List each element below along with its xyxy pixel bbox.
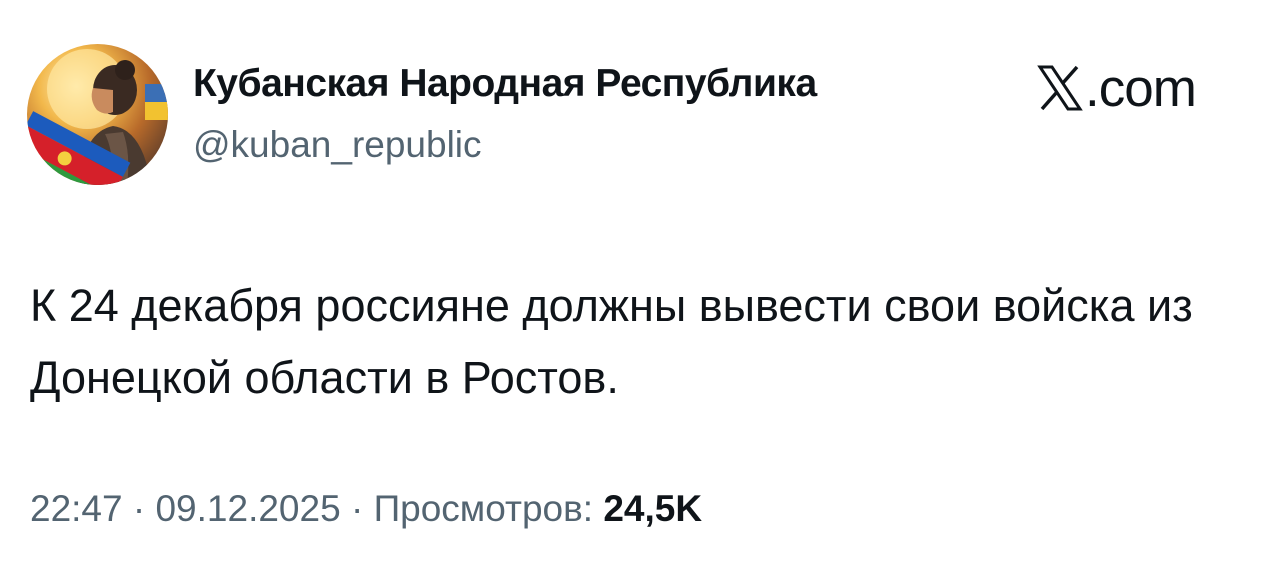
tweet-time[interactable]: 22:47	[30, 488, 123, 529]
brand-domain: .com	[1085, 58, 1197, 118]
tweet-date[interactable]: 09.12.2025	[155, 488, 340, 529]
tweet-meta: 22:47 · 09.12.2025 · Просмотров: 24,5K	[30, 488, 702, 530]
author-handle[interactable]: @kuban_republic	[193, 124, 482, 166]
x-logo-icon	[1037, 65, 1083, 111]
views-label: Просмотров:	[373, 488, 594, 529]
meta-separator: ·	[132, 488, 146, 529]
avatar-image	[27, 49, 168, 185]
tweet-text: К 24 декабря россияне должны вывести сво…	[30, 280, 1193, 403]
avatar[interactable]	[27, 44, 168, 185]
author-display-name[interactable]: Кубанская Народная Республика	[193, 62, 817, 106]
views-count[interactable]: 24,5K	[603, 488, 702, 529]
brand-watermark: .com	[1037, 58, 1197, 118]
meta-separator: ·	[350, 488, 364, 529]
